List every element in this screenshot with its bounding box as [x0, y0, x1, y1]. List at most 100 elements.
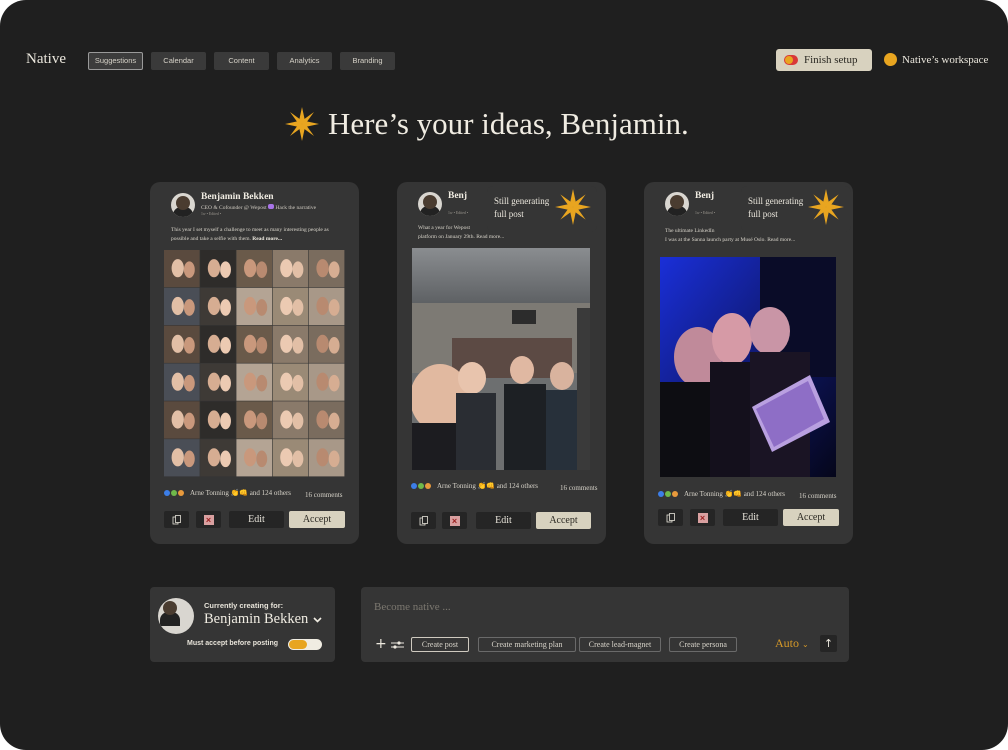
reactions-summary[interactable]: Arne Tonning 👏👊 and 124 others [164, 489, 291, 497]
mode-select[interactable]: Auto ⌄ [775, 636, 809, 651]
sparkle-icon [808, 189, 844, 225]
avatar [418, 192, 442, 216]
reactions-summary[interactable]: Arne Tonning 👏👊 and 124 others [658, 490, 785, 498]
post-meta: 1w • Edited • [695, 211, 716, 215]
add-icon[interactable]: + [375, 636, 387, 652]
edit-button[interactable]: Edit [476, 512, 531, 529]
post-body: This year I set myself a challenge to me… [171, 226, 343, 243]
edit-button[interactable]: Edit [229, 511, 284, 528]
accept-button[interactable]: Accept [289, 511, 345, 528]
post-body-line: I was at the Sanna launch party at Musé … [665, 236, 845, 245]
workspace-switcher[interactable]: Native’s workspace [884, 53, 988, 66]
create-lead-magnet-chip[interactable]: Create lead-magnet [579, 637, 661, 652]
app-window: Native Suggestions Calendar Content Anal… [0, 0, 1008, 750]
send-button[interactable]: ↑ [820, 635, 837, 652]
heart-icon [268, 204, 275, 209]
close-icon: × [697, 512, 708, 523]
tab-calendar[interactable]: Calendar [151, 52, 206, 70]
close-icon: × [449, 515, 460, 526]
composer-panel: Become native ... + Create post Create m… [361, 587, 849, 662]
copy-button[interactable] [411, 512, 436, 529]
like-reaction-icon [164, 490, 170, 496]
author-name: Benj [695, 191, 714, 201]
sparkle-icon [555, 189, 591, 225]
chevron-down-icon [313, 616, 322, 623]
event-selfie-image [412, 248, 590, 470]
reject-button[interactable]: × [690, 509, 715, 526]
love-reaction-icon [672, 491, 678, 497]
read-more-link[interactable]: Read more... [252, 236, 282, 242]
celebrate-reaction-icon [418, 483, 424, 489]
generating-status: Still generating full post [748, 195, 803, 221]
read-more-link[interactable]: Read more... [767, 237, 795, 243]
copy-button[interactable] [658, 509, 683, 526]
comments-count[interactable]: 16 comments [305, 491, 343, 499]
celebrate-reaction-icon [665, 491, 671, 497]
reactions-summary[interactable]: Arne Tonning 👏👊 and 124 others [411, 482, 538, 490]
sparkle-icon [285, 107, 319, 141]
chevron-down-icon: ⌄ [802, 640, 809, 649]
arrow-up-icon: ↑ [823, 637, 834, 650]
finish-setup-button[interactable]: Finish setup [776, 49, 872, 71]
post-card: Benj 1w • Edited • What a year for Wepos… [397, 182, 606, 544]
composer-input[interactable]: Become native ... [374, 601, 451, 613]
creator-select[interactable]: Benjamin Bekken [204, 611, 322, 628]
love-reaction-icon [178, 490, 184, 496]
reject-button[interactable]: × [196, 511, 221, 528]
workspace-label: Native’s workspace [902, 53, 989, 66]
accept-button[interactable]: Accept [536, 512, 591, 529]
heading-text: Here’s your ideas, Benjamin. [328, 106, 689, 141]
generating-line: full post [494, 209, 524, 219]
create-persona-chip[interactable]: Create persona [669, 637, 737, 652]
main-nav: Suggestions Calendar Content Analytics B… [88, 52, 395, 70]
event-photo [412, 248, 590, 470]
post-meta: 1w • Edited • [201, 212, 222, 216]
generating-line: full post [748, 209, 778, 219]
creator-label: Currently creating for: [204, 601, 284, 610]
close-icon: × [203, 514, 214, 525]
author-tagline: CEO & Cofounder @ Wepost Hack the narrat… [201, 204, 316, 211]
edit-button[interactable]: Edit [723, 509, 778, 526]
reactions-text: Arne Tonning 👏👊 and 124 others [684, 490, 785, 498]
tab-content[interactable]: Content [214, 52, 269, 70]
tab-analytics[interactable]: Analytics [277, 52, 332, 70]
create-marketing-plan-chip[interactable]: Create marketing plan [478, 637, 576, 652]
read-more-link[interactable]: Read more... [476, 234, 504, 240]
comments-count[interactable]: 16 comments [560, 484, 598, 492]
must-accept-toggle[interactable] [288, 639, 322, 650]
brand-logo[interactable]: Native [26, 51, 66, 68]
setup-progress-icon [784, 55, 798, 65]
creator-name: Benjamin Bekken [204, 611, 309, 627]
avatar [158, 598, 194, 634]
author-name: Benjamin Bekken [201, 192, 274, 202]
post-body-text: This year I set myself a challenge to me… [171, 227, 329, 242]
post-body-text: I was at the Sanna launch party at Musé … [665, 236, 766, 243]
collage-grid [164, 250, 345, 477]
copy-icon [419, 515, 428, 525]
love-reaction-icon [425, 483, 431, 489]
party-photo [660, 257, 836, 477]
avatar [171, 193, 195, 217]
party-selfie-image [660, 257, 836, 477]
reactions-text: Arne Tonning 👏👊 and 124 others [190, 489, 291, 497]
post-body-line: platform on January 29th. Read more... [418, 233, 590, 242]
post-meta: 1w • Edited • [448, 211, 469, 215]
create-post-chip[interactable]: Create post [411, 637, 469, 652]
like-reaction-icon [658, 491, 664, 497]
settings-sliders-icon[interactable] [391, 640, 404, 650]
post-card: Benj 1w • Edited • The ultimate LinkedIn… [644, 182, 853, 544]
reject-button[interactable]: × [442, 512, 467, 529]
comments-count[interactable]: 16 comments [799, 492, 837, 500]
tab-suggestions[interactable]: Suggestions [88, 52, 143, 70]
must-accept-label: Must accept before posting [187, 640, 279, 647]
page-heading: Here’s your ideas, Benjamin. [284, 106, 689, 142]
like-reaction-icon [411, 483, 417, 489]
generating-line: Still generating [494, 196, 550, 206]
avatar [665, 192, 689, 216]
copy-icon [172, 514, 181, 524]
copy-button[interactable] [164, 511, 189, 528]
tab-branding[interactable]: Branding [340, 52, 395, 70]
celebrate-reaction-icon [171, 490, 177, 496]
accept-button[interactable]: Accept [783, 509, 839, 526]
finish-setup-label: Finish setup [804, 54, 858, 66]
